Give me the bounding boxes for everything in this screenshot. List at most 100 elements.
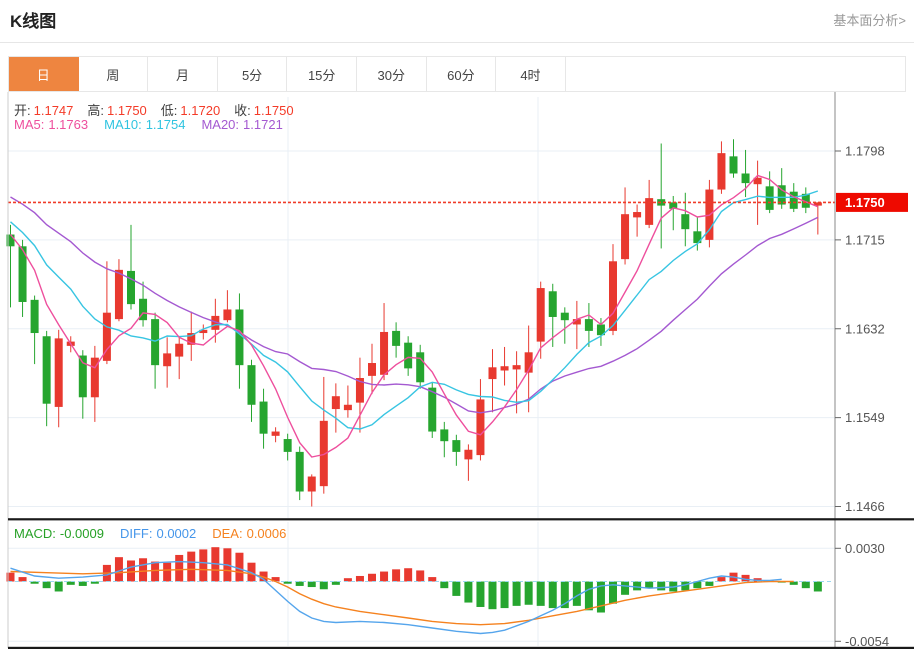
candle-body — [488, 367, 497, 380]
macd-bar — [139, 558, 148, 582]
candle-body — [440, 429, 449, 442]
macd-bar — [440, 581, 449, 589]
candle-body — [428, 387, 437, 432]
close-value: 1.1750 — [253, 103, 294, 118]
macd-bar — [416, 570, 425, 582]
fundamental-analysis-link[interactable]: 基本面分析> — [833, 10, 906, 29]
macd-bar — [404, 568, 413, 582]
kline-chart[interactable]: 1.1798 1.1715 1.1632 1.1549 1.1466 1.1750 0.00… — [0, 0, 914, 650]
candle-body — [295, 451, 304, 492]
kline-page: 1.1798 1.1715 1.1632 1.1549 1.1466 1.1750 0.00… — [0, 0, 914, 650]
tab-day[interactable]: 日 — [9, 57, 79, 91]
open-label: 开: — [14, 103, 31, 118]
candle-body — [512, 365, 521, 370]
candle-body — [271, 431, 280, 436]
ma5-label: MA5: — [14, 117, 45, 132]
macd-bar — [645, 581, 654, 589]
macd-bar — [488, 581, 497, 610]
candle-body — [235, 309, 244, 366]
tab-5min[interactable]: 5分 — [217, 57, 288, 91]
macd-bar — [42, 581, 51, 589]
macd-value: -0.0009 — [59, 526, 104, 541]
candle-body — [765, 186, 774, 210]
ma20-value: 1.1721 — [243, 117, 283, 132]
macd-bar — [307, 581, 316, 588]
macd-bar — [18, 577, 27, 582]
low-label: 低: — [160, 103, 178, 118]
candle-body — [151, 319, 160, 366]
candle-body — [223, 309, 232, 321]
tab-30min[interactable]: 30分 — [356, 57, 427, 91]
low-value: 1.1720 — [180, 103, 221, 118]
candle-body — [560, 312, 569, 321]
candle-body — [30, 299, 39, 334]
tab-60min[interactable]: 60分 — [426, 57, 497, 91]
macd-bar — [548, 581, 557, 609]
candle-body — [621, 214, 630, 260]
candle-body — [163, 353, 172, 367]
candle-body — [633, 212, 642, 218]
axis-label: 1.1549 — [845, 410, 885, 425]
candle-body — [283, 439, 292, 452]
ma20-line — [10, 196, 819, 414]
candle-body — [584, 319, 593, 331]
candle-body — [307, 476, 316, 492]
candle-body — [717, 153, 726, 190]
axis-label: 0.0030 — [845, 541, 885, 556]
tab-month[interactable]: 月 — [148, 57, 218, 91]
tab-15min[interactable]: 15分 — [287, 57, 357, 91]
candle-body — [681, 214, 690, 230]
dea-label: DEA: — [212, 526, 243, 541]
macd-bar — [380, 571, 389, 582]
macd-bar — [500, 581, 509, 609]
macd-bar — [464, 581, 473, 603]
macd-bar — [187, 551, 196, 582]
macd-bar — [801, 581, 810, 589]
candle-body — [404, 342, 413, 369]
open-value: 1.1747 — [33, 103, 74, 118]
macd-bar — [127, 560, 135, 582]
last-price-badge-value: 1.1750 — [845, 195, 885, 210]
macd-bar — [813, 581, 822, 592]
candle-body — [609, 261, 617, 331]
candle-body — [500, 366, 509, 371]
macd-bar — [319, 581, 328, 590]
diff-label: DIFF: — [119, 526, 153, 541]
macd-label: MACD: — [14, 526, 56, 541]
panel-divider — [8, 518, 914, 521]
axis-label: 1.1798 — [845, 144, 885, 159]
high-value: 1.1750 — [107, 103, 147, 118]
candle-body — [729, 156, 738, 174]
macd-bar — [621, 581, 630, 595]
tab-4hour[interactable]: 4时 — [496, 57, 566, 91]
candle-body — [175, 343, 184, 357]
close-label: 收: — [234, 103, 251, 118]
ma-legend: MA5: 1.1763 MA10: 1.1754 MA20: 1.1721 — [14, 117, 299, 132]
ma5-line — [9, 174, 819, 458]
candle-body — [789, 191, 798, 209]
ma10-value: 1.1754 — [145, 117, 186, 132]
macd-bar — [54, 581, 63, 592]
header-divider — [0, 42, 914, 43]
macd-bar — [151, 561, 160, 582]
macd-bar — [163, 562, 172, 582]
macd-bar — [114, 557, 123, 582]
candle-body — [114, 269, 123, 320]
dea-value: 0.0006 — [246, 526, 287, 541]
macd-bar — [175, 554, 184, 582]
candle-body — [464, 449, 473, 460]
axis-label: 1.1632 — [845, 321, 885, 336]
high-label: 高: — [87, 103, 105, 118]
macd-bar — [512, 581, 521, 606]
macd-bar — [584, 581, 593, 611]
macd-bar — [633, 581, 642, 591]
tab-week[interactable]: 周 — [78, 57, 149, 91]
macd-legend: MACD: -0.0009 DIFF: 0.0002 DEA: 0.0006 — [14, 526, 302, 541]
ma10-label: MA10: — [104, 117, 142, 132]
ma20-label: MA20: — [201, 117, 240, 132]
macd-bar — [199, 549, 208, 582]
candle-body — [536, 288, 545, 342]
macd-bar — [355, 575, 364, 582]
candle-body — [331, 396, 340, 410]
macd-bar — [536, 581, 545, 606]
